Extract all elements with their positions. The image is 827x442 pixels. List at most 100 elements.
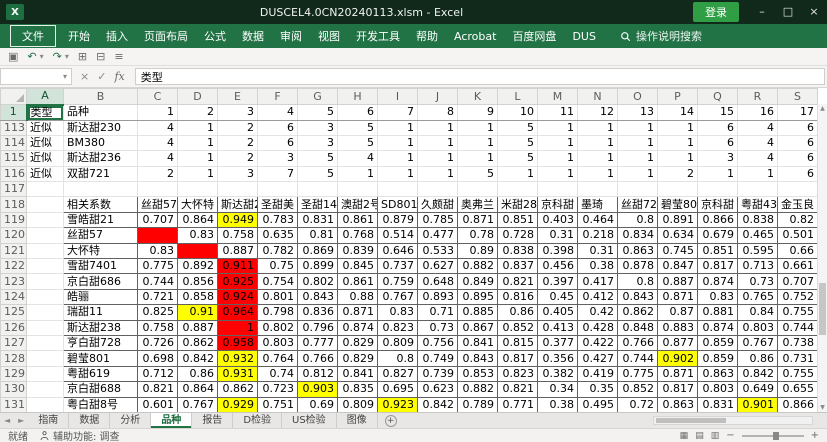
cell-S119[interactable]: 0.82 [778,212,818,227]
cell-D116[interactable]: 1 [178,166,218,181]
cell-M116[interactable]: 1 [538,166,578,181]
cell-A121[interactable] [27,243,64,258]
cell-R129[interactable]: 0.842 [738,366,778,381]
cell-R130[interactable]: 0.649 [738,382,778,397]
new-sheet-button[interactable]: + [385,415,397,427]
cell-H122[interactable]: 0.845 [338,259,378,274]
row-header-114[interactable]: 114 [1,135,27,150]
row-header-130[interactable]: 130 [1,382,27,397]
cell-Q113[interactable]: 6 [698,120,738,135]
cell-D121[interactable] [178,243,218,258]
column-header-R[interactable]: R [738,89,778,105]
cell-S1[interactable]: 17 [778,105,818,121]
cell-S124[interactable]: 0.752 [778,289,818,304]
cell-B126[interactable]: 斯达甜238 [64,320,138,335]
cell-J130[interactable]: 0.623 [418,382,458,397]
cell-J125[interactable]: 0.71 [418,305,458,320]
cell-I113[interactable]: 1 [378,120,418,135]
cell-F122[interactable]: 0.75 [258,259,298,274]
cell-C125[interactable]: 0.825 [138,305,178,320]
cell-F131[interactable]: 0.751 [258,397,298,412]
cell-Q130[interactable]: 0.803 [698,382,738,397]
ribbon-tab-审阅[interactable]: 审阅 [272,24,310,48]
cell-B127[interactable]: 亨白甜728 [64,335,138,350]
cell-P126[interactable]: 0.883 [658,320,698,335]
cell-M118[interactable]: 京科甜 [538,197,578,212]
cell-G114[interactable]: 3 [298,135,338,150]
cell-A118[interactable] [27,197,64,212]
cell-R120[interactable]: 0.465 [738,228,778,243]
cell-C127[interactable]: 0.726 [138,335,178,350]
cell-J126[interactable]: 0.73 [418,320,458,335]
cell-F113[interactable]: 6 [258,120,298,135]
cell-J113[interactable]: 1 [418,120,458,135]
cell-Q114[interactable]: 6 [698,135,738,150]
cell-D124[interactable]: 0.858 [178,289,218,304]
row-header-129[interactable]: 129 [1,366,27,381]
cell-G116[interactable]: 5 [298,166,338,181]
cell-H129[interactable]: 0.841 [338,366,378,381]
cell-H128[interactable]: 0.829 [338,351,378,366]
cell-K122[interactable]: 0.882 [458,259,498,274]
cell-B131[interactable]: 粤白甜8号 [64,397,138,412]
cell-G124[interactable]: 0.843 [298,289,338,304]
scroll-up-icon[interactable]: ▲ [818,105,827,112]
cell-L122[interactable]: 0.837 [498,259,538,274]
cell-G120[interactable]: 0.81 [298,228,338,243]
column-header-A[interactable]: A [27,89,64,105]
cell-P117[interactable] [658,182,698,197]
cell-K129[interactable]: 0.853 [458,366,498,381]
cell-O114[interactable]: 1 [618,135,658,150]
cell-N129[interactable]: 0.419 [578,366,618,381]
cell-K131[interactable]: 0.789 [458,397,498,412]
cell-M120[interactable]: 0.31 [538,228,578,243]
cell-K118[interactable]: 奥弗兰 [458,197,498,212]
cell-R113[interactable]: 4 [738,120,778,135]
sheet-tab-数据[interactable]: 数据 [69,413,110,428]
cell-S115[interactable]: 6 [778,151,818,166]
cell-M113[interactable]: 1 [538,120,578,135]
column-header-P[interactable]: P [658,89,698,105]
cell-R121[interactable]: 0.595 [738,243,778,258]
cell-A115[interactable]: 近似 [27,151,64,166]
ribbon-tab-百度网盘[interactable]: 百度网盘 [504,24,564,48]
cell-Q125[interactable]: 0.881 [698,305,738,320]
cell-J1[interactable]: 8 [418,105,458,121]
horizontal-scrollbar[interactable] [653,416,813,425]
cell-M123[interactable]: 0.397 [538,274,578,289]
cell-J131[interactable]: 0.842 [418,397,458,412]
cell-N124[interactable]: 0.412 [578,289,618,304]
cell-Q119[interactable]: 0.866 [698,212,738,227]
cell-D1[interactable]: 2 [178,105,218,121]
cell-N118[interactable]: 墨琦 [578,197,618,212]
sheet-tab-图像[interactable]: 图像 [337,413,378,428]
cell-G129[interactable]: 0.812 [298,366,338,381]
cell-E114[interactable]: 2 [218,135,258,150]
cell-N127[interactable]: 0.422 [578,335,618,350]
cell-Q1[interactable]: 15 [698,105,738,121]
sheet-tab-分析[interactable]: 分析 [110,413,151,428]
page-break-view-button[interactable]: ▥ [711,431,720,441]
cell-F115[interactable]: 3 [258,151,298,166]
column-header-B[interactable]: B [64,89,138,105]
cell-C129[interactable]: 0.712 [138,366,178,381]
cell-G113[interactable]: 3 [298,120,338,135]
cell-R131[interactable]: 0.901 [738,397,778,412]
cell-K1[interactable]: 9 [458,105,498,121]
cell-S122[interactable]: 0.661 [778,259,818,274]
cell-P116[interactable]: 2 [658,166,698,181]
cell-P129[interactable]: 0.871 [658,366,698,381]
zoom-slider-thumb[interactable] [773,432,779,440]
row-header-125[interactable]: 125 [1,305,27,320]
cell-H1[interactable]: 6 [338,105,378,121]
cell-K124[interactable]: 0.895 [458,289,498,304]
cell-Q129[interactable]: 0.863 [698,366,738,381]
cell-E131[interactable]: 0.929 [218,397,258,412]
cell-E117[interactable] [218,182,258,197]
cell-A125[interactable] [27,305,64,320]
cell-I129[interactable]: 0.827 [378,366,418,381]
cell-A116[interactable]: 近似 [27,166,64,181]
cell-C113[interactable]: 4 [138,120,178,135]
cell-G123[interactable]: 0.802 [298,274,338,289]
cell-E118[interactable]: 斯达甜2 [218,197,258,212]
